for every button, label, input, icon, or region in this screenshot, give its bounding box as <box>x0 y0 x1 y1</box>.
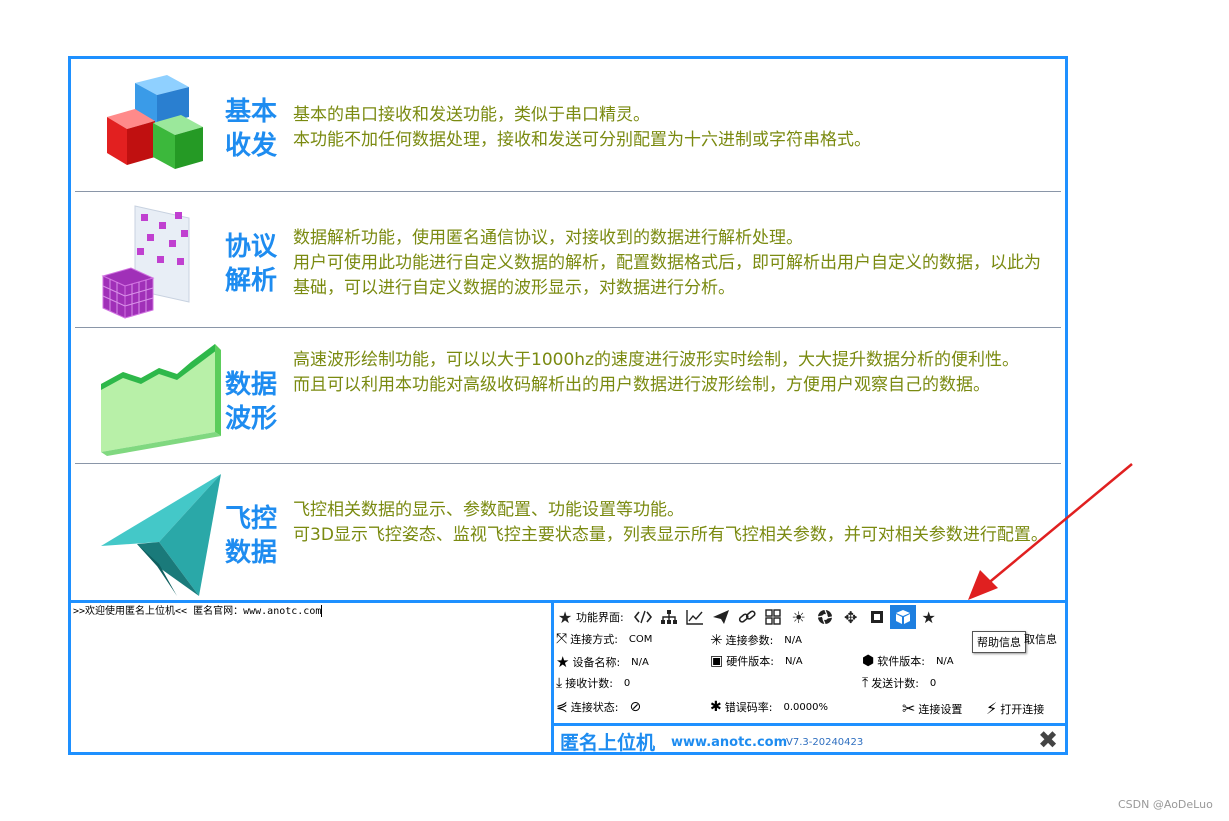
cubes-icon <box>97 73 209 181</box>
conn-mode: ⤧ 连接方式: COM <box>556 631 653 647</box>
grid-icon[interactable] <box>760 605 786 629</box>
watermark: CSDN @AoDeLuo <box>1118 798 1213 811</box>
func-label: 功能界面: <box>576 611 624 624</box>
waveform-icon <box>97 340 221 462</box>
error-rate: ✱ 错误码率: 0.0000% <box>710 699 828 715</box>
send-icon[interactable] <box>708 605 734 629</box>
open-connection-button[interactable]: ⚡ 打开连接 <box>986 699 1044 718</box>
star-icon: ★ <box>556 653 570 671</box>
feature-waveform[interactable]: 数据 波形 高速波形绘制功能，可以以大于1000hz的速度进行波形实时绘制，大大… <box>75 328 1061 463</box>
asterisk-icon: ✳ <box>710 631 723 649</box>
close-icon[interactable]: ✖ <box>1038 726 1058 754</box>
chip-icon: ▣ <box>710 653 724 669</box>
version-label: V7.3-20240423 <box>786 737 864 748</box>
help-tooltip: 帮助信息 <box>972 631 1026 653</box>
info-label-tail: 取信息 <box>1024 633 1057 646</box>
code-icon[interactable] <box>630 605 656 629</box>
feature-title: 飞控 数据 <box>225 504 278 568</box>
help-button[interactable] <box>889 605 916 629</box>
feature-description: 高速波形绘制功能，可以以大于1000hz的速度进行波形实时绘制，大大提升数据分析… <box>293 350 1019 395</box>
star-icon: ★ <box>557 607 573 627</box>
rx-count: ⤓ 接收计数: 0 <box>556 675 631 691</box>
tx-count: ⤒ 发送计数: 0 <box>862 675 937 691</box>
feature-description: 基本的串口接收和发送功能，类似于串口精灵。 本功能不加任何数据处理，接收和发送可… <box>293 105 871 150</box>
conn-param: ✳ 连接参数: N/A <box>710 631 802 649</box>
share-icon: ⋞ <box>556 699 568 715</box>
chip-icon[interactable] <box>864 605 890 629</box>
chart-icon[interactable] <box>682 605 708 629</box>
annotation-arrow-icon <box>968 463 1133 600</box>
feature-protocol[interactable]: 协议 解析 数据解析功能，使用匿名通信协议，对接收到的数据进行解析处理。 用户可… <box>75 192 1061 327</box>
cube-icon <box>895 610 910 624</box>
website-link[interactable]: www.anotc.com <box>671 735 787 750</box>
divider <box>554 723 1065 726</box>
cube-icon: ⬢ <box>862 653 875 669</box>
software-version: ⬢ 软件版本: N/A <box>862 653 954 669</box>
feature-title: 协议 解析 <box>225 232 278 296</box>
cross-arrows-icon: ⤧ <box>556 631 568 647</box>
main-window: 基本 收发 基本的串口接收和发送功能，类似于串口精灵。 本功能不加任何数据处理，… <box>68 56 1068 755</box>
feature-title: 基本 收发 <box>225 97 278 161</box>
status-bar: 匿名上位机 www.anotc.com V7.3-20240423 ✖ <box>554 723 1065 754</box>
download-icon: ⤓ <box>556 675 563 691</box>
feature-title: 数据 波形 <box>225 370 278 434</box>
upload-icon: ⤒ <box>862 675 869 691</box>
aperture-icon[interactable] <box>812 605 838 629</box>
lightning-icon: ⚡ <box>986 699 998 718</box>
link-icon[interactable] <box>734 605 760 629</box>
feature-basic[interactable]: 基本 收发 基本的串口接收和发送功能，类似于串口精灵。 本功能不加任何数据处理，… <box>75 59 1061 191</box>
console-output[interactable]: >>欢迎使用匿名上位机<< 匿名官网：www.anotc.com <box>73 605 549 751</box>
text-cursor <box>321 605 323 617</box>
disconnected-shield-icon: ⊘ <box>629 699 642 715</box>
tools-icon: ✂ <box>902 699 916 718</box>
hierarchy-icon[interactable] <box>656 605 682 629</box>
feature-description: 数据解析功能，使用匿名通信协议，对接收到的数据进行解析处理。 用户可使用此功能进… <box>293 228 1041 298</box>
data-grid-icon <box>97 204 209 326</box>
feature-flight-control[interactable]: 飞控 数据 飞控相关数据的显示、参数配置、功能设置等功能。 可3D显示飞控姿态、… <box>75 464 1061 599</box>
bug-icon: ✱ <box>710 699 722 715</box>
feature-list: 基本 收发 基本的串口接收和发送功能，类似于串口精灵。 本功能不加任何数据处理，… <box>71 59 1065 603</box>
app-brand: 匿名上位机 <box>560 732 656 754</box>
paper-plane-icon <box>97 472 221 600</box>
move-icon[interactable]: ✥ <box>838 605 864 629</box>
conn-settings-button[interactable]: ✂ 连接设置 <box>902 699 962 718</box>
favorite-star-icon[interactable]: ★ <box>916 605 942 629</box>
sun-icon[interactable]: ☀ <box>786 605 812 629</box>
device-name: ★ 设备名称: N/A <box>556 653 649 671</box>
hardware-version: ▣ 硬件版本: N/A <box>710 653 803 669</box>
conn-state: ⋞ 连接状态: ⊘ <box>556 699 642 715</box>
feature-description: 飞控相关数据的显示、参数配置、功能设置等功能。 可3D显示飞控姿态、监视飞控主要… <box>293 500 1048 545</box>
toolbar: ★ 功能界面: ☀ ✥ ★ <box>554 605 942 629</box>
